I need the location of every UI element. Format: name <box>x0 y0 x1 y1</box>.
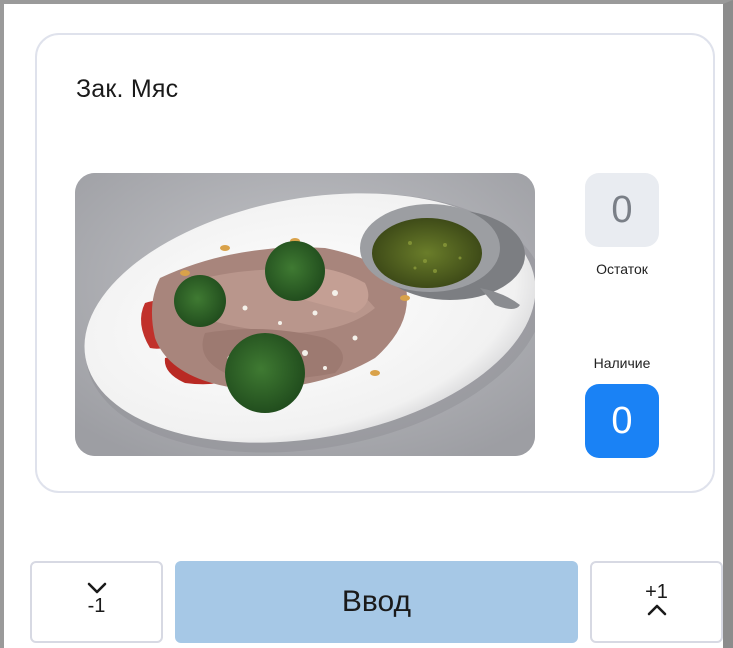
chevron-up-icon <box>647 604 666 616</box>
rest-counter-label: Остаток <box>596 261 648 277</box>
chevron-down-icon <box>87 582 106 594</box>
increment-label: +1 <box>645 581 668 603</box>
dish-image <box>75 173 535 456</box>
available-counter[interactable]: 0 <box>585 384 659 458</box>
increment-button[interactable]: +1 <box>590 561 723 643</box>
rest-counter: 0 <box>585 173 659 247</box>
decrement-label: -1 <box>87 595 106 617</box>
product-title: Зак. Мяс <box>76 75 179 103</box>
product-photo <box>75 173 535 456</box>
decrement-button[interactable]: -1 <box>30 561 163 643</box>
available-counter-label: Наличие <box>593 355 651 371</box>
enter-button[interactable]: Ввод <box>175 561 578 643</box>
